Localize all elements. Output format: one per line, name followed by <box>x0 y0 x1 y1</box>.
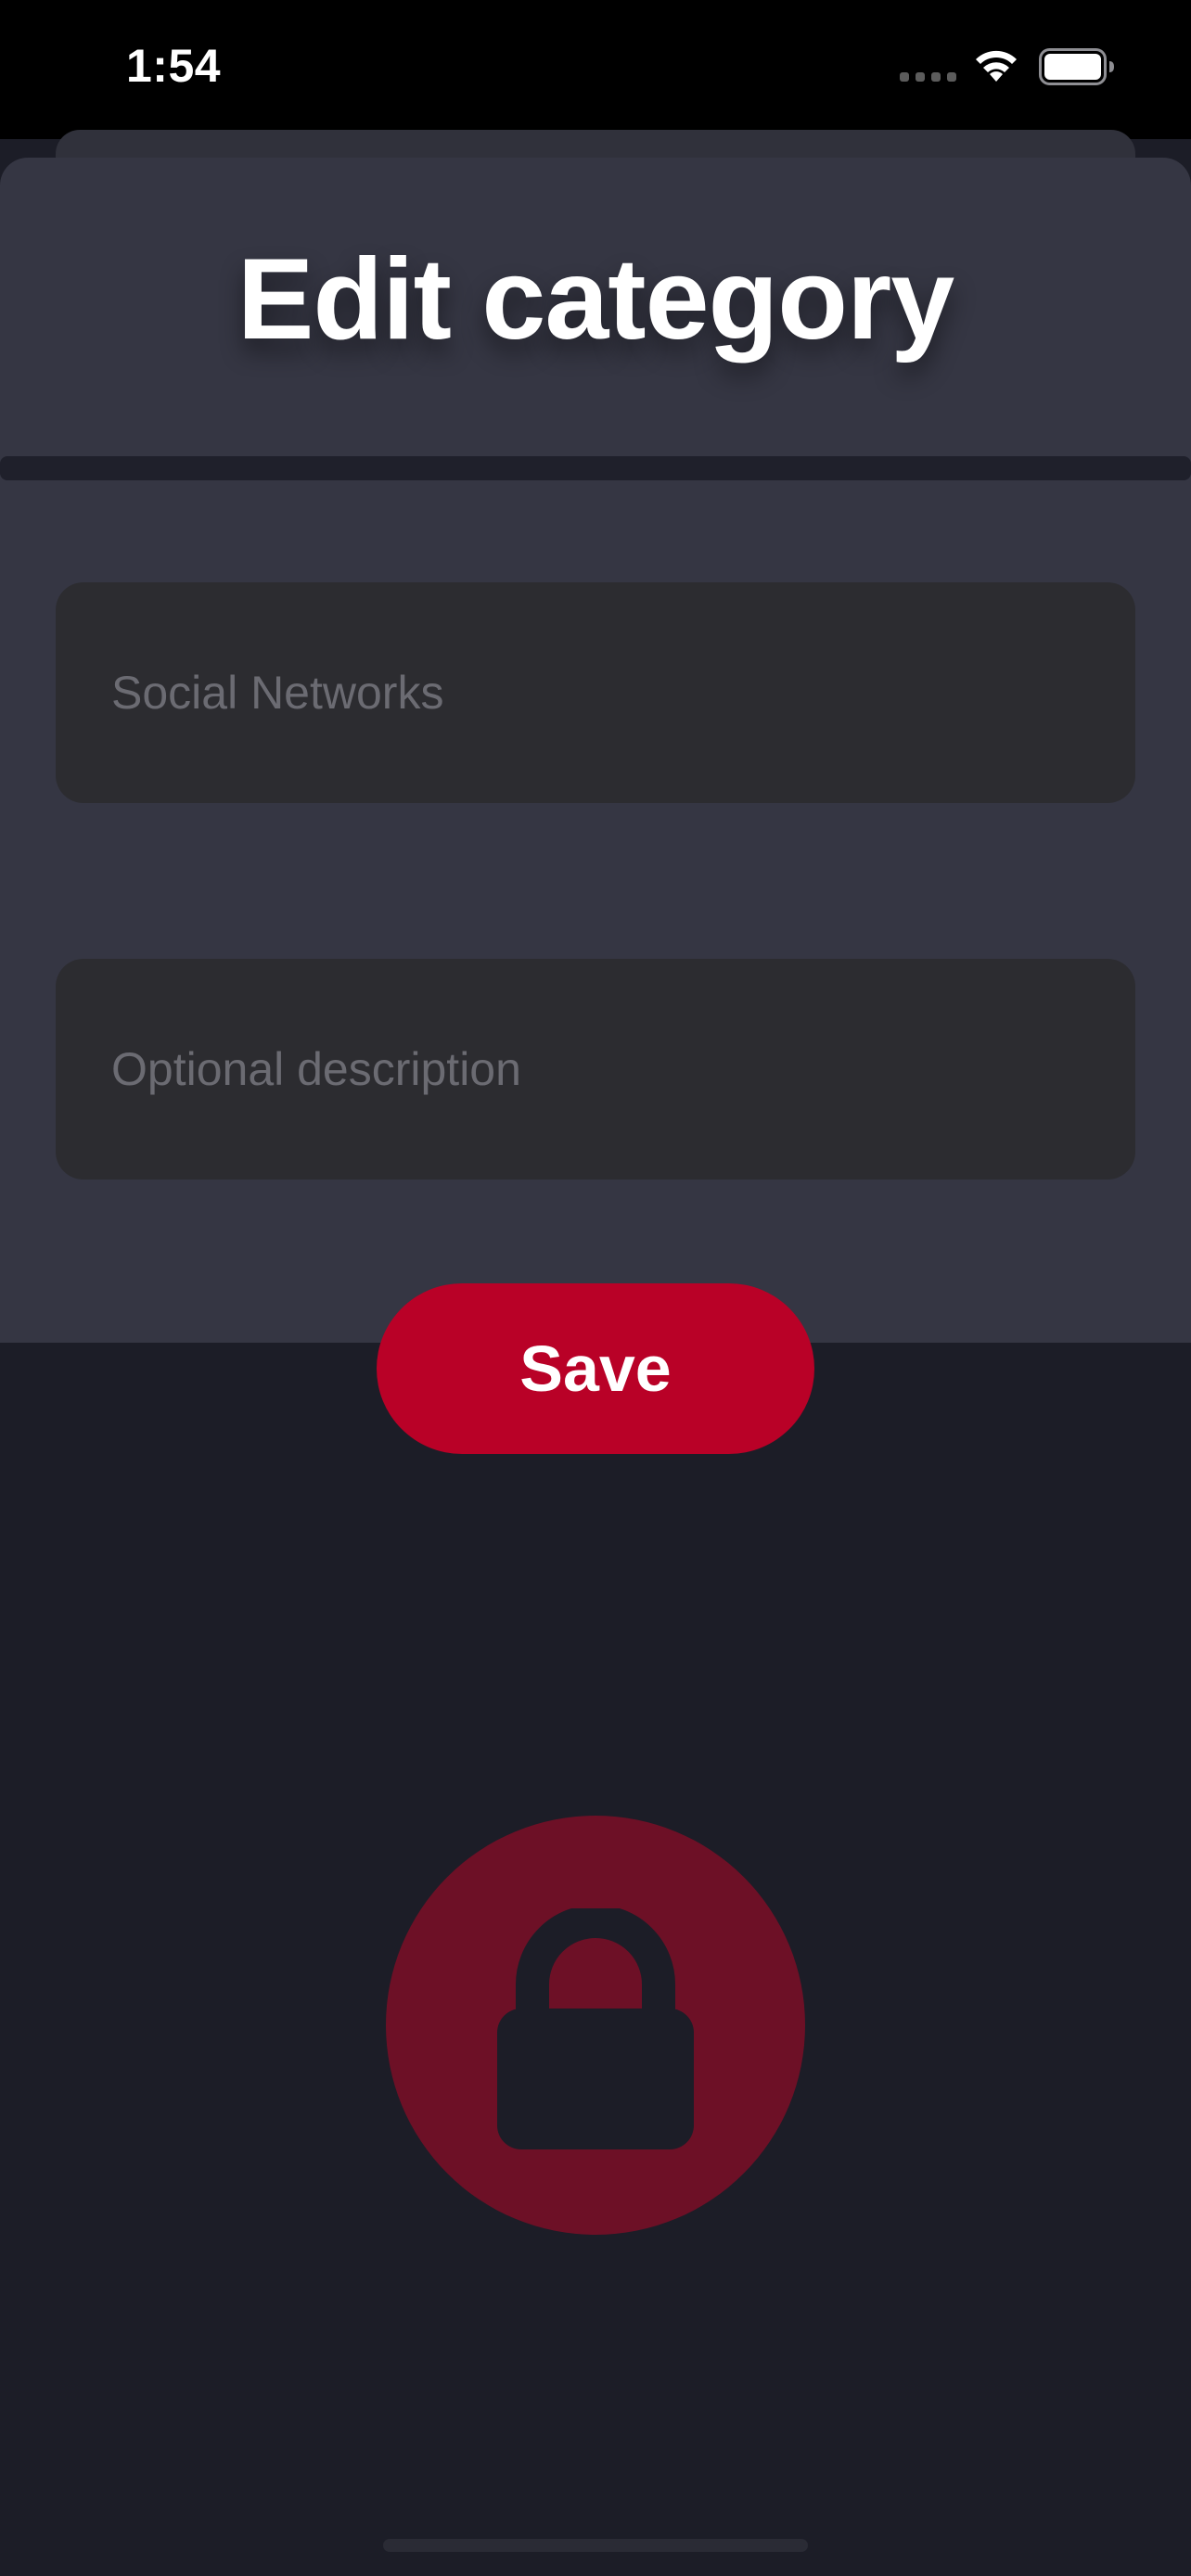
screen: 1:54 Edit category Save <box>0 0 1191 2576</box>
description-field[interactable] <box>56 959 1135 1180</box>
lock-button[interactable] <box>386 1816 805 2235</box>
battery-icon <box>1039 48 1114 85</box>
status-time: 1:54 <box>126 40 222 92</box>
save-button[interactable]: Save <box>377 1283 814 1454</box>
edit-category-sheet: Edit category <box>0 158 1191 1343</box>
home-indicator <box>383 2539 808 2552</box>
lock-icon <box>497 1908 694 2149</box>
category-name-field[interactable] <box>56 582 1135 803</box>
wifi-icon <box>976 50 1017 82</box>
status-bar: 1:54 <box>0 0 1191 139</box>
header-divider <box>0 456 1191 480</box>
page-title: Edit category <box>237 236 955 363</box>
cellular-icon <box>900 72 957 83</box>
